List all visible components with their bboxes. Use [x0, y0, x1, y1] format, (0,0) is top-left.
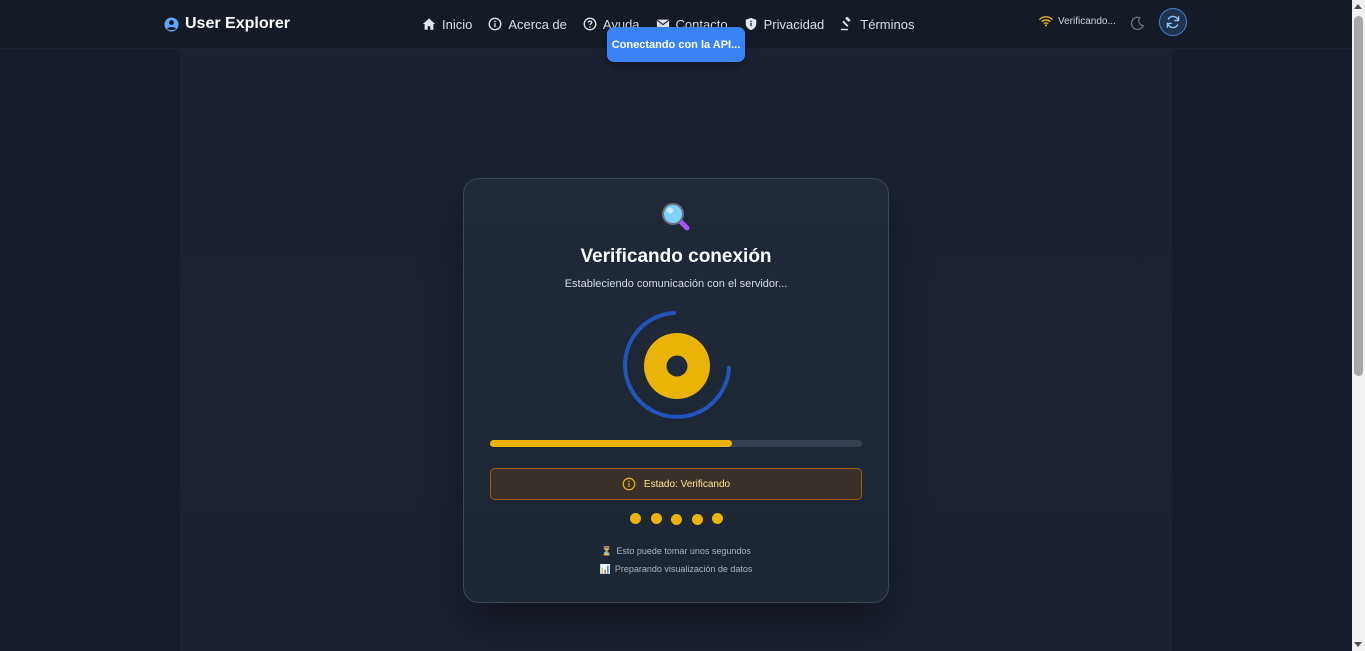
- nav-item-label: Inicio: [442, 16, 473, 32]
- card-title: Verificando conexión: [580, 246, 772, 267]
- loading-card: Verificando conexión Estableciendo comun…: [463, 178, 889, 603]
- loading-dot: [712, 513, 723, 524]
- nav-item-privacidad[interactable]: Privacidad: [744, 14, 825, 34]
- status-alert-text: Estado: Verificando: [643, 478, 731, 490]
- theme-toggle-button[interactable]: [1128, 14, 1146, 32]
- card-subtitle: Estableciendo comunicación con el servid…: [564, 278, 788, 290]
- loading-spinner: [623, 311, 731, 419]
- nav-item-acerca-de[interactable]: Acerca de: [488, 14, 567, 34]
- note-text: Preparando visualización de datos: [614, 564, 753, 574]
- loading-dot: [691, 514, 703, 525]
- magnifier-icon: [660, 201, 692, 233]
- scrollbar[interactable]: [1352, 0, 1365, 651]
- loading-dot: [650, 513, 662, 524]
- info-icon: [488, 17, 502, 31]
- note-time: ⏳ Esto puede tomar unos segundos: [464, 546, 888, 557]
- info-icon: [622, 477, 636, 491]
- home-icon: [422, 17, 436, 31]
- hourglass-icon: ⏳: [601, 546, 613, 556]
- scroll-down-arrow[interactable]: [1354, 642, 1362, 647]
- refresh-button[interactable]: [1159, 8, 1187, 36]
- chart-icon: 📊: [599, 564, 611, 574]
- progress-fill: [490, 440, 732, 447]
- brand[interactable]: User Explorer: [164, 13, 290, 35]
- nav-item-label: Acerca de: [508, 16, 567, 32]
- refresh-icon: [1165, 14, 1181, 30]
- loading-dot: [630, 513, 641, 524]
- scrollbar-thumb[interactable]: [1354, 16, 1363, 376]
- nav-item-label: Términos: [860, 16, 915, 32]
- toast-message: Conectando con la API...: [611, 38, 741, 51]
- nav-item-label: Privacidad: [763, 16, 825, 32]
- loading-dot: [671, 514, 682, 525]
- status-alert: Estado: Verificando: [490, 468, 862, 500]
- scroll-up-arrow[interactable]: [1354, 4, 1362, 9]
- shield-icon: [744, 17, 758, 31]
- note-data: 📊 Preparando visualización de datos: [464, 564, 888, 575]
- gavel-icon: [840, 17, 854, 31]
- wifi-icon: [1039, 15, 1053, 27]
- user-circle-icon: [164, 16, 179, 32]
- note-text: Esto puede tomar unos segundos: [616, 546, 751, 556]
- loading-dots: [630, 513, 726, 525]
- nav-item-inicio[interactable]: Inicio: [422, 14, 472, 34]
- toast-notification: Conectando con la API...: [607, 27, 745, 62]
- moon-icon: [1130, 16, 1145, 31]
- connection-status: Verificando...: [1039, 15, 1116, 27]
- nav-item-terminos[interactable]: Términos: [840, 14, 914, 34]
- progress-bar: [490, 440, 862, 447]
- brand-title: User Explorer: [185, 15, 290, 32]
- status-label: Verificando...: [1058, 15, 1116, 27]
- help-icon: [583, 17, 597, 31]
